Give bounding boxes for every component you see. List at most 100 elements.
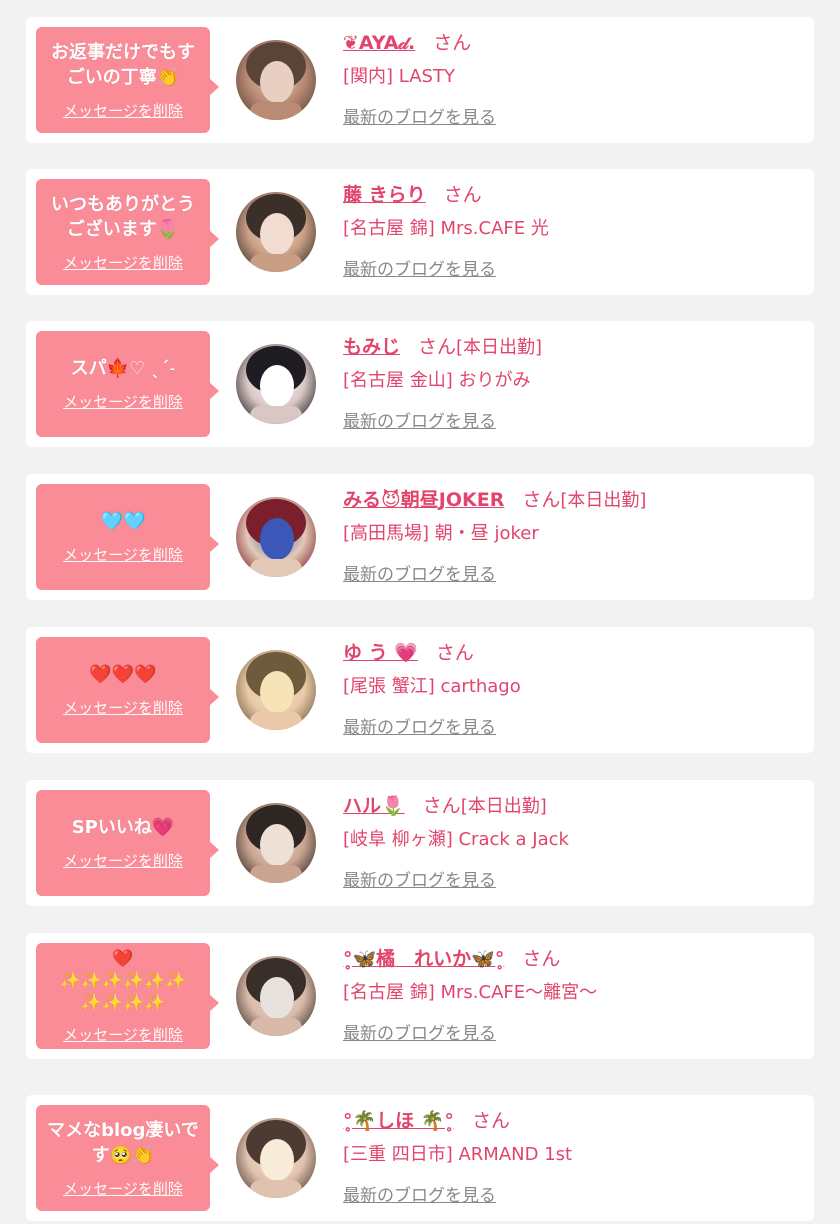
name-line: °̥🦋橘 れいか🦋°̥ さん — [343, 943, 806, 975]
message-card: スパ🍁♡ ˎˊ˗ メッセージを削除 もみじ さん[本日出勤] [名古屋 金山] … — [26, 321, 814, 447]
avatar-photo — [236, 192, 316, 272]
message-card: ❤️ ✨✨✨✨✨✨ ✨✨✨✨ メッセージを削除 °̥🦋橘 れいか🦋°̥ さん [… — [26, 933, 814, 1059]
avatar[interactable] — [236, 40, 316, 120]
message-card: お返事だけでもす ごいの丁寧👏 メッセージを削除 ❦AYA𝒹. さん [関内] … — [26, 17, 814, 143]
delete-message-link[interactable]: メッセージを削除 — [63, 1178, 183, 1199]
honorific: さん — [422, 795, 461, 817]
avatar[interactable] — [236, 497, 316, 577]
message-text: スパ🍁♡ ˎˊ˗ — [70, 358, 176, 379]
girl-name-link[interactable]: もみじ — [343, 336, 400, 358]
message-card: ❤️❤️❤️ メッセージを削除 ゆ う 💗 さん [尾張 蟹江] carthag… — [26, 627, 814, 753]
message-text: 🩵🩵 — [100, 511, 146, 532]
profile-info: °̥🌴しほ 🌴°̥ さん [三重 四日市] ARMAND 1st 最新のブログを見… — [343, 1105, 806, 1206]
name-line: ゆ う 💗 さん — [343, 637, 806, 669]
profile-info: ゆ う 💗 さん [尾張 蟹江] carthago 最新のブログを見る — [343, 637, 806, 738]
latest-blog-link[interactable]: 最新のブログを見る — [343, 1019, 496, 1044]
message-card: マメなblog凄いで す🥺👏 メッセージを削除 °̥🌴しほ 🌴°̥ さん [三重… — [26, 1095, 814, 1221]
avatar[interactable] — [236, 956, 316, 1036]
honorific: さん — [418, 336, 457, 358]
shop-name: [名古屋 錦] Mrs.CAFE 光 — [343, 218, 549, 239]
name-line: もみじ さん[本日出勤] — [343, 331, 806, 363]
honorific: さん — [443, 184, 482, 206]
delete-message-link[interactable]: メッセージを削除 — [63, 252, 183, 273]
message-bubble: ❤️ ✨✨✨✨✨✨ ✨✨✨✨ メッセージを削除 — [36, 943, 219, 1049]
message-bubble: ❤️❤️❤️ メッセージを削除 — [36, 637, 219, 743]
avatar[interactable] — [236, 192, 316, 272]
honorific: さん — [435, 642, 474, 664]
message-card: いつもありがとう ございます🌷 メッセージを削除 藤 きらり さん [名古屋 錦… — [26, 169, 814, 295]
status-badge: [本日出勤] — [560, 490, 647, 511]
message-text: ❤️ ✨✨✨✨✨✨ ✨✨✨✨ — [59, 948, 187, 1013]
message-bubble: マメなblog凄いで す🥺👏 メッセージを削除 — [36, 1105, 219, 1211]
shop-name: [名古屋 錦] Mrs.CAFE〜離宮〜 — [343, 982, 598, 1003]
name-line: ハル🌷 さん[本日出勤] — [343, 790, 806, 822]
message-text: ❤️❤️❤️ — [89, 664, 157, 685]
latest-blog-link[interactable]: 最新のブログを見る — [343, 255, 496, 280]
name-line: 藤 きらり さん — [343, 179, 806, 211]
latest-blog-link[interactable]: 最新のブログを見る — [343, 866, 496, 891]
delete-message-link[interactable]: メッセージを削除 — [63, 100, 183, 121]
message-text: お返事だけでもす ごいの丁寧👏 — [51, 41, 195, 88]
delete-message-link[interactable]: メッセージを削除 — [63, 697, 183, 718]
latest-blog-link[interactable]: 最新のブログを見る — [343, 713, 496, 738]
avatar-photo — [236, 956, 316, 1036]
message-card: SPいいね💗 メッセージを削除 ハル🌷 さん[本日出勤] [岐阜 柳ヶ瀬] Cr… — [26, 780, 814, 906]
profile-info: ❦AYA𝒹. さん [関内] LASTY 最新のブログを見る — [343, 27, 806, 128]
avatar-photo — [236, 497, 316, 577]
message-bubble: お返事だけでもす ごいの丁寧👏 メッセージを削除 — [36, 27, 219, 133]
status-badge: [本日出勤] — [460, 796, 547, 817]
latest-blog-link[interactable]: 最新のブログを見る — [343, 560, 496, 585]
avatar[interactable] — [236, 803, 316, 883]
shop-name: [高田馬場] 朝・昼 joker — [343, 523, 539, 544]
name-line: みる😈朝昼JOKER さん[本日出勤] — [343, 484, 806, 516]
avatar[interactable] — [236, 1118, 316, 1198]
message-bubble: いつもありがとう ございます🌷 メッセージを削除 — [36, 179, 219, 285]
shop-name: [尾張 蟹江] carthago — [343, 676, 521, 697]
message-bubble: スパ🍁♡ ˎˊ˗ メッセージを削除 — [36, 331, 219, 437]
shop-name: [三重 四日市] ARMAND 1st — [343, 1144, 573, 1165]
profile-info: °̥🦋橘 れいか🦋°̥ さん [名古屋 錦] Mrs.CAFE〜離宮〜 最新のブロ… — [343, 943, 806, 1044]
message-text: マメなblog凄いで す🥺👏 — [47, 1119, 199, 1166]
shop-name: [岐阜 柳ヶ瀬] Crack a Jack — [343, 829, 569, 850]
avatar-photo — [236, 1118, 316, 1198]
profile-info: ハル🌷 さん[本日出勤] [岐阜 柳ヶ瀬] Crack a Jack 最新のブログ… — [343, 790, 806, 891]
message-bubble: 🩵🩵 メッセージを削除 — [36, 484, 219, 590]
name-line: °̥🌴しほ 🌴°̥ さん — [343, 1105, 806, 1137]
latest-blog-link[interactable]: 最新のブログを見る — [343, 103, 496, 128]
message-card: 🩵🩵 メッセージを削除 みる😈朝昼JOKER さん[本日出勤] [高田馬場] 朝… — [26, 474, 814, 600]
avatar-photo — [236, 650, 316, 730]
girl-name-link[interactable]: 藤 きらり — [343, 184, 426, 206]
shop-name: [関内] LASTY — [343, 66, 455, 87]
avatar-photo — [236, 803, 316, 883]
name-line: ❦AYA𝒹. さん — [343, 27, 806, 59]
message-text: いつもありがとう ございます🌷 — [51, 193, 195, 240]
shop-name: [名古屋 金山] おりがみ — [343, 370, 531, 391]
delete-message-link[interactable]: メッセージを削除 — [63, 391, 183, 412]
latest-blog-link[interactable]: 最新のブログを見る — [343, 1181, 496, 1206]
girl-name-link[interactable]: °̥🌴しほ 🌴°̥ — [343, 1110, 454, 1132]
girl-name-link[interactable]: みる😈朝昼JOKER — [343, 489, 504, 511]
girl-name-link[interactable]: ❦AYA𝒹. — [343, 32, 415, 54]
avatar-photo — [236, 344, 316, 424]
honorific: さん — [433, 32, 472, 54]
honorific: さん — [522, 489, 561, 511]
profile-info: みる😈朝昼JOKER さん[本日出勤] [高田馬場] 朝・昼 joker 最新のブ… — [343, 484, 806, 585]
girl-name-link[interactable]: ゆ う 💗 — [343, 642, 418, 664]
message-bubble: SPいいね💗 メッセージを削除 — [36, 790, 219, 896]
honorific: さん — [471, 1110, 510, 1132]
latest-blog-link[interactable]: 最新のブログを見る — [343, 407, 496, 432]
avatar[interactable] — [236, 650, 316, 730]
profile-info: 藤 きらり さん [名古屋 錦] Mrs.CAFE 光 最新のブログを見る — [343, 179, 806, 280]
delete-message-link[interactable]: メッセージを削除 — [63, 544, 183, 565]
girl-name-link[interactable]: °̥🦋橘 れいか🦋°̥ — [343, 948, 504, 970]
honorific: さん — [522, 948, 561, 970]
delete-message-link[interactable]: メッセージを削除 — [63, 850, 183, 871]
girl-name-link[interactable]: ハル🌷 — [343, 795, 405, 817]
profile-info: もみじ さん[本日出勤] [名古屋 金山] おりがみ 最新のブログを見る — [343, 331, 806, 432]
status-badge: [本日出勤] — [456, 337, 543, 358]
message-text: SPいいね💗 — [71, 817, 175, 838]
avatar[interactable] — [236, 344, 316, 424]
message-list: お返事だけでもす ごいの丁寧👏 メッセージを削除 ❦AYA𝒹. さん [関内] … — [0, 0, 840, 1224]
delete-message-link[interactable]: メッセージを削除 — [63, 1024, 183, 1045]
avatar-photo — [236, 40, 316, 120]
